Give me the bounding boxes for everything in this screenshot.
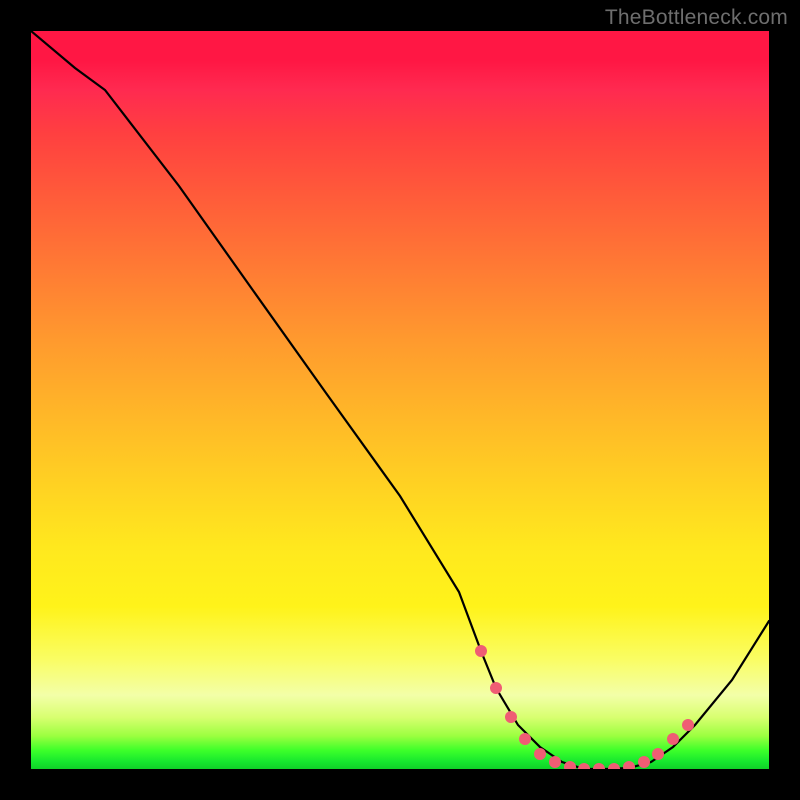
chart-frame: TheBottleneck.com	[0, 0, 800, 800]
watermark-text: TheBottleneck.com	[605, 6, 788, 30]
bottleneck-curve	[31, 31, 769, 769]
plot-area	[31, 31, 769, 769]
curve-layer	[31, 31, 769, 769]
